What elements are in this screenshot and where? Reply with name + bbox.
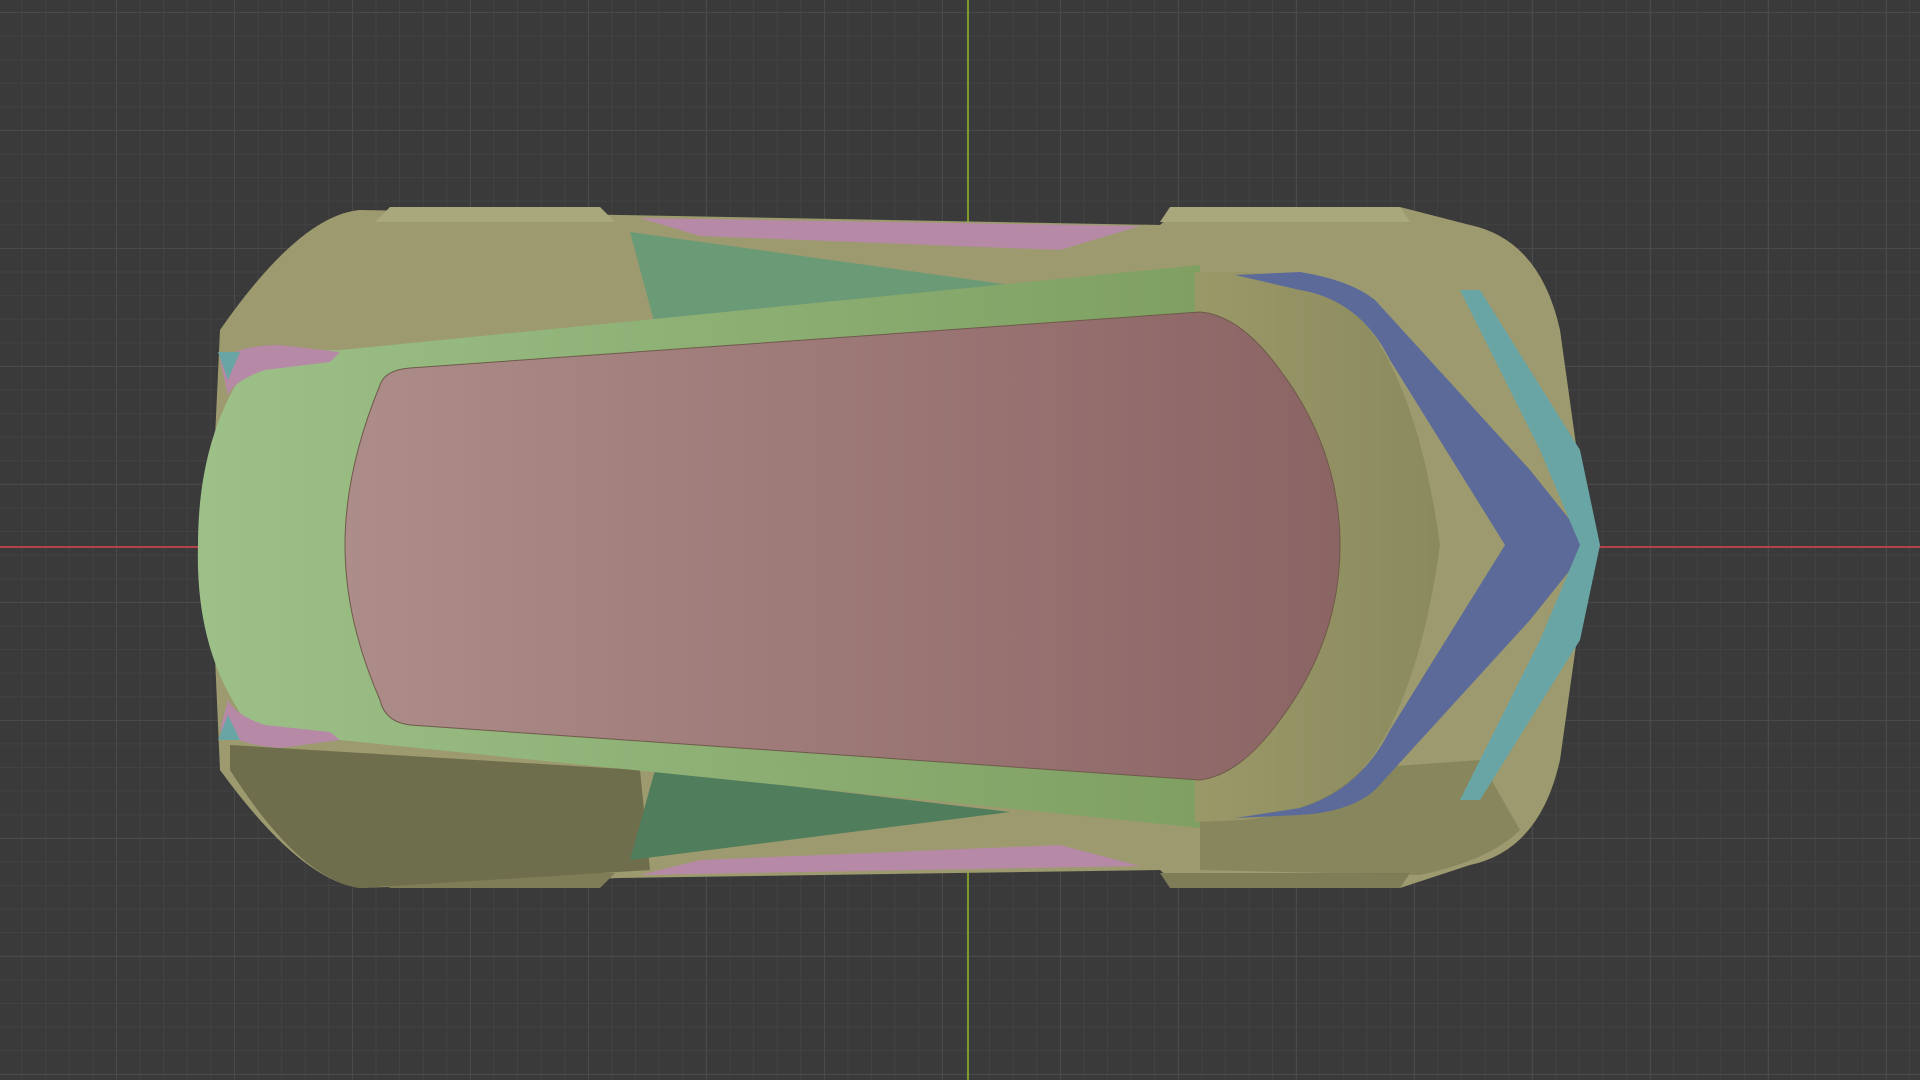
wheel-front-left	[375, 207, 615, 222]
glass-roof	[344, 311, 1341, 781]
3d-viewport[interactable]	[0, 0, 1920, 1080]
wheel-rear-right	[1160, 873, 1410, 888]
wheel-rear-left	[1160, 207, 1410, 222]
car-model[interactable]	[0, 0, 1920, 1080]
